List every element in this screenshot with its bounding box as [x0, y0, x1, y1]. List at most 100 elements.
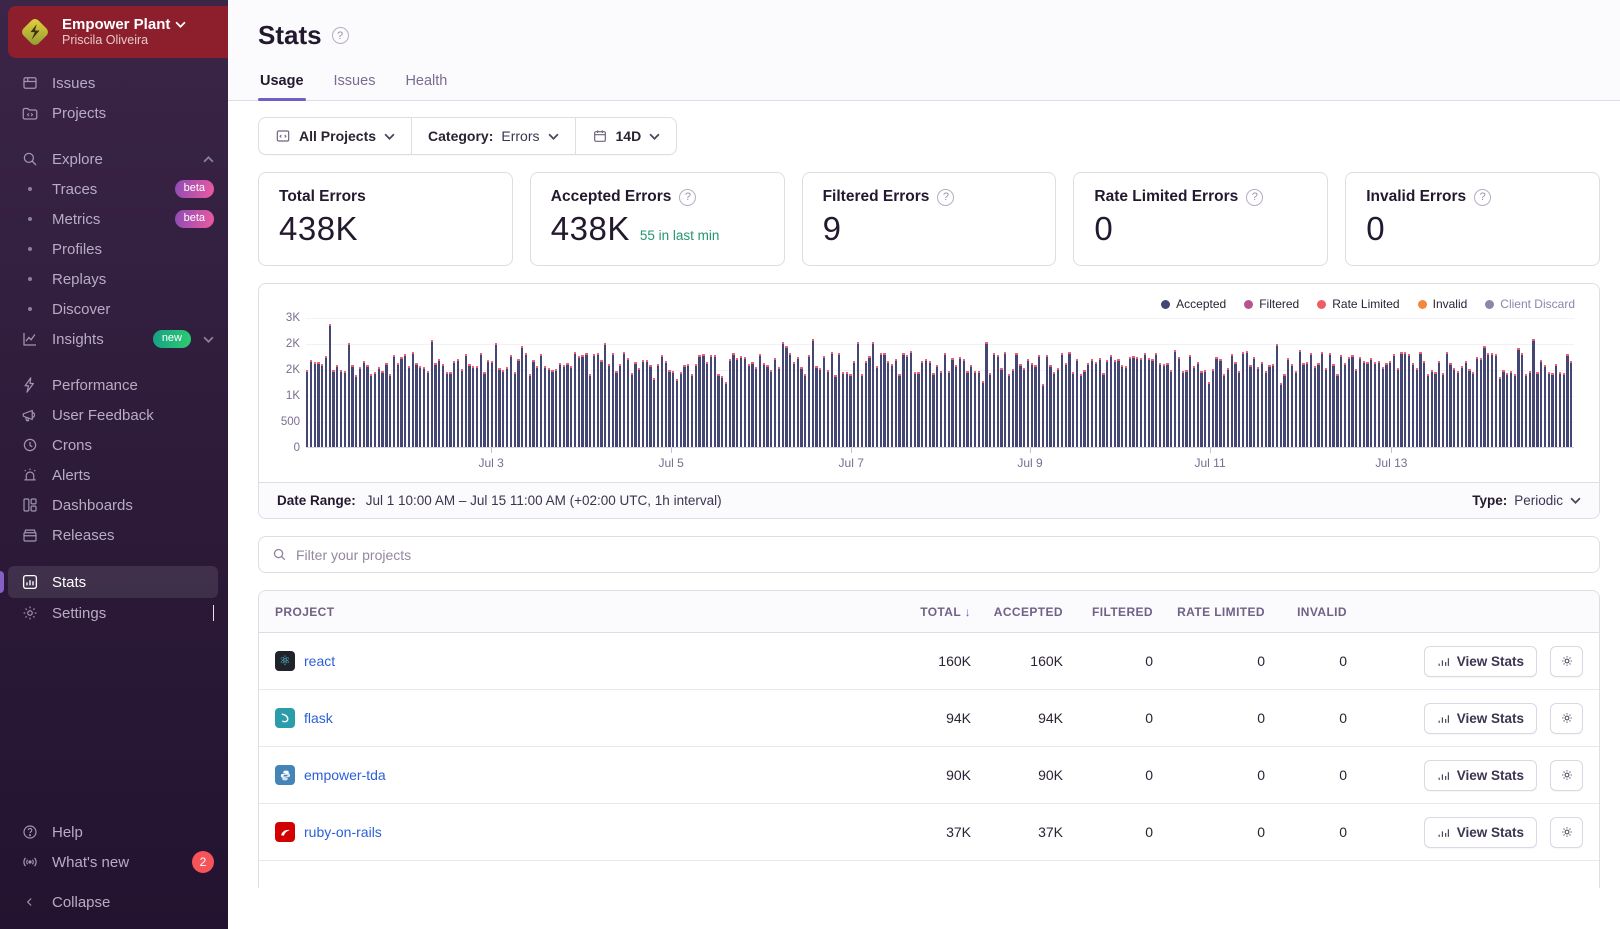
col-total-sort[interactable]: TOTAL ↓	[920, 605, 971, 619]
chart-bar	[419, 368, 422, 447]
project-link[interactable]: empower-tda	[304, 767, 386, 783]
legend-accepted[interactable]: Accepted	[1161, 297, 1226, 311]
sidebar-collapse-button[interactable]: Collapse	[0, 887, 228, 917]
chevron-down-icon	[384, 133, 395, 140]
view-stats-button[interactable]: View Stats	[1423, 645, 1537, 677]
help-icon[interactable]: ?	[679, 188, 697, 206]
chart-bar	[1215, 359, 1218, 447]
project-settings-button[interactable]	[1550, 702, 1583, 734]
sidebar-item-projects[interactable]: Projects	[0, 98, 228, 128]
project-settings-button[interactable]	[1550, 816, 1583, 848]
chart-bar	[1241, 354, 1245, 447]
chart-bar	[1060, 355, 1063, 447]
sidebar-item-profiles[interactable]: Profiles	[0, 234, 228, 264]
sidebar-item-settings[interactable]: Settings	[0, 598, 228, 628]
chart-bar	[872, 344, 875, 447]
tab-health[interactable]: Health	[403, 73, 449, 100]
sidebar-item-releases[interactable]: Releases	[0, 520, 228, 550]
chart-bar	[909, 353, 913, 447]
sidebar-item-insights[interactable]: Insights new	[0, 324, 228, 354]
type-dropdown[interactable]: Type: Periodic	[1472, 493, 1581, 508]
org-switcher[interactable]: Empower Plant Priscila Oliveira	[8, 6, 228, 58]
view-stats-button[interactable]: View Stats	[1423, 816, 1537, 848]
sidebar-item-issues[interactable]: Issues	[0, 68, 228, 98]
sidebar-item-alerts[interactable]: Alerts	[0, 460, 228, 490]
help-icon[interactable]: ?	[1474, 188, 1492, 206]
dashboards-icon	[20, 495, 40, 515]
table-row: ruby-on-rails 37K 37K 0 0 0 View Stats	[259, 804, 1599, 861]
sidebar-item-user-feedback[interactable]: User Feedback	[0, 400, 228, 430]
chart-bar	[653, 380, 656, 447]
help-icon[interactable]: ?	[1246, 188, 1264, 206]
chart-bar	[823, 358, 826, 447]
card-rate-limited-errors: Rate Limited Errors? 0	[1073, 172, 1329, 266]
sidebar-item-metrics[interactable]: Metrics beta	[0, 204, 228, 234]
usage-chart-panel: Accepted Filtered Rate Limited Invalid C…	[258, 283, 1600, 519]
chart-bar	[1083, 372, 1086, 447]
sidebar-item-whats-new[interactable]: What's new 2	[0, 847, 228, 877]
chart-bar	[1260, 364, 1264, 447]
sidebar-item-performance[interactable]: Performance	[0, 370, 228, 400]
chart-bar	[396, 365, 399, 447]
chart-bar	[1121, 367, 1124, 447]
view-stats-button[interactable]: View Stats	[1423, 759, 1537, 791]
legend-filtered[interactable]: Filtered	[1244, 297, 1299, 311]
chart-bar	[1268, 367, 1271, 447]
chart-bar	[906, 357, 909, 447]
chart-bar	[438, 361, 441, 447]
help-icon[interactable]: ?	[937, 188, 955, 206]
sidebar-item-traces[interactable]: Traces beta	[0, 174, 228, 204]
sidebar-item-explore[interactable]: Explore	[0, 144, 228, 174]
category-filter-dropdown[interactable]: Category: Errors	[411, 118, 574, 154]
sidebar-item-dashboards[interactable]: Dashboards	[0, 490, 228, 520]
page-help-icon[interactable]: ?	[331, 27, 349, 44]
chart-bar	[1555, 366, 1558, 447]
chart-bar	[1207, 384, 1211, 447]
sidebar-item-stats[interactable]: Stats	[0, 566, 218, 598]
chart-bar	[709, 357, 713, 447]
chart-bar	[751, 364, 754, 447]
project-link[interactable]: flask	[304, 710, 333, 726]
sidebar-item-replays[interactable]: Replays	[0, 264, 228, 294]
tab-usage[interactable]: Usage	[258, 73, 306, 101]
chart-bar	[1170, 372, 1173, 447]
chevron-down-icon	[175, 21, 186, 29]
legend-client-discard[interactable]: Client Discard	[1485, 297, 1575, 311]
project-link[interactable]: react	[304, 653, 335, 669]
project-settings-button[interactable]	[1550, 645, 1583, 677]
chart-bar	[1430, 372, 1433, 447]
chart-bar	[1536, 374, 1539, 447]
sidebar-footer: Help What's new 2 Collapse	[0, 817, 228, 929]
sidebar-item-discover[interactable]: Discover	[0, 294, 228, 324]
chart-bar	[1415, 370, 1418, 447]
rate-limited-errors-value: 0	[1094, 210, 1114, 247]
chart-bar	[1366, 364, 1369, 447]
chevron-down-icon	[547, 133, 559, 140]
chart-bar	[883, 355, 886, 447]
tab-issues[interactable]: Issues	[332, 73, 378, 100]
lightning-icon	[20, 375, 40, 395]
date-range-dropdown[interactable]: 14D	[574, 118, 677, 154]
sidebar-item-help[interactable]: Help	[0, 817, 228, 847]
page-title: Stats	[258, 20, 322, 50]
project-settings-button[interactable]	[1550, 759, 1583, 791]
project-filter-dropdown[interactable]: All Projects	[259, 118, 411, 154]
legend-dot	[1417, 299, 1427, 309]
legend-rate-limited[interactable]: Rate Limited	[1317, 297, 1400, 311]
legend-invalid[interactable]: Invalid	[1417, 297, 1467, 311]
date-range-bar: Date Range: Jul 1 10:00 AM – Jul 15 11:0…	[259, 482, 1599, 518]
chart-bar	[826, 372, 830, 447]
chart-bar	[532, 362, 535, 447]
chart-bar	[830, 354, 833, 447]
chart-bar	[524, 355, 528, 447]
active-accent-bar	[0, 571, 4, 593]
table-row: flask 94K 94K 0 0 0 View Stats	[259, 690, 1599, 747]
chart-bar	[309, 362, 313, 447]
chart-bar	[702, 356, 705, 447]
chart-bar	[845, 374, 848, 447]
bar-chart-icon	[1437, 826, 1450, 839]
sidebar-item-crons[interactable]: Crons	[0, 430, 228, 460]
search-input[interactable]	[296, 546, 1586, 563]
view-stats-button[interactable]: View Stats	[1423, 702, 1537, 734]
project-link[interactable]: ruby-on-rails	[304, 824, 382, 840]
